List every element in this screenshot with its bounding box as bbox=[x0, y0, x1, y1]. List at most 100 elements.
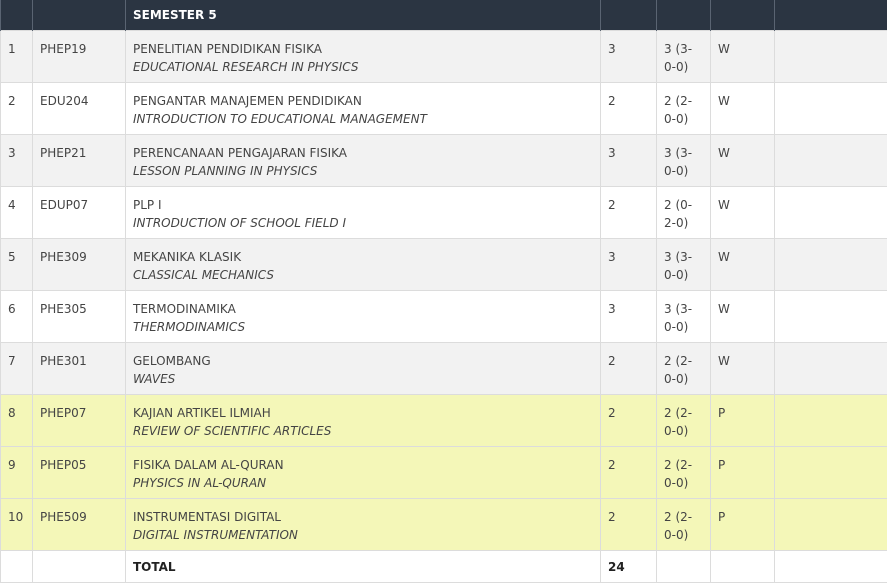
course-extra-cell bbox=[775, 291, 887, 343]
course-name-cell: GELOMBANGWAVES bbox=[126, 343, 601, 395]
course-extra-cell bbox=[775, 447, 887, 499]
course-number: 4 bbox=[1, 187, 33, 239]
course-extra-cell bbox=[775, 395, 887, 447]
course-name-indonesian: PENELITIAN PENDIDIKAN FISIKA bbox=[133, 40, 593, 58]
course-extra-cell bbox=[775, 83, 887, 135]
header-extra bbox=[775, 0, 887, 31]
course-number: 10 bbox=[1, 499, 33, 551]
course-name-cell: INSTRUMENTASI DIGITALDIGITAL INSTRUMENTA… bbox=[126, 499, 601, 551]
course-type: W bbox=[711, 291, 775, 343]
course-name-english: PHYSICS IN AL-QURAN bbox=[133, 474, 593, 492]
course-list: 1PHEP19PENELITIAN PENDIDIKAN FISIKAEDUCA… bbox=[1, 31, 887, 551]
course-code: PHEP21 bbox=[33, 135, 126, 187]
course-name-english: CLASSICAL MECHANICS bbox=[133, 266, 593, 284]
course-type: P bbox=[711, 447, 775, 499]
course-name-english: DIGITAL INSTRUMENTATION bbox=[133, 526, 593, 544]
course-number: 9 bbox=[1, 447, 33, 499]
course-name-cell: KAJIAN ARTIKEL ILMIAHREVIEW OF SCIENTIFI… bbox=[126, 395, 601, 447]
table-row: 4EDUP07PLP IINTRODUCTION OF SCHOOL FIELD… bbox=[1, 187, 887, 239]
table-header-row: SEMESTER 5 bbox=[1, 0, 887, 31]
course-type: W bbox=[711, 83, 775, 135]
semester-course-table: SEMESTER 5 1PHEP19PENELITIAN PENDIDIKAN … bbox=[0, 0, 887, 583]
course-credit-detail: 2 (0-2-0) bbox=[657, 187, 711, 239]
course-extra-cell bbox=[775, 135, 887, 187]
course-credits: 2 bbox=[601, 499, 657, 551]
course-credits: 2 bbox=[601, 83, 657, 135]
course-credits: 2 bbox=[601, 187, 657, 239]
course-number: 8 bbox=[1, 395, 33, 447]
course-number: 3 bbox=[1, 135, 33, 187]
course-number: 5 bbox=[1, 239, 33, 291]
course-extra-cell bbox=[775, 239, 887, 291]
header-type bbox=[711, 0, 775, 31]
course-credits: 3 bbox=[601, 135, 657, 187]
course-name-english: WAVES bbox=[133, 370, 593, 388]
table-row: 7PHE301GELOMBANGWAVES22 (2-0-0)W bbox=[1, 343, 887, 395]
course-code: PHE509 bbox=[33, 499, 126, 551]
course-name-indonesian: KAJIAN ARTIKEL ILMIAH bbox=[133, 404, 593, 422]
total-type-cell bbox=[711, 551, 775, 583]
course-name-english: REVIEW OF SCIENTIFIC ARTICLES bbox=[133, 422, 593, 440]
course-name-indonesian: INSTRUMENTASI DIGITAL bbox=[133, 508, 593, 526]
header-sks bbox=[601, 0, 657, 31]
course-name-cell: PENELITIAN PENDIDIKAN FISIKAEDUCATIONAL … bbox=[126, 31, 601, 83]
course-name-cell: FISIKA DALAM AL-QURANPHYSICS IN AL-QURAN bbox=[126, 447, 601, 499]
course-type: W bbox=[711, 343, 775, 395]
course-credit-detail: 2 (2-0-0) bbox=[657, 499, 711, 551]
course-name-indonesian: TERMODINAMIKA bbox=[133, 300, 593, 318]
course-code: PHE301 bbox=[33, 343, 126, 395]
course-credit-detail: 3 (3-0-0) bbox=[657, 291, 711, 343]
course-type: W bbox=[711, 135, 775, 187]
header-no bbox=[1, 0, 33, 31]
total-label: TOTAL bbox=[126, 551, 601, 583]
course-name-indonesian: GELOMBANG bbox=[133, 352, 593, 370]
total-extra-cell bbox=[775, 551, 887, 583]
course-credits: 2 bbox=[601, 447, 657, 499]
course-name-indonesian: FISIKA DALAM AL-QURAN bbox=[133, 456, 593, 474]
course-credit-detail: 2 (2-0-0) bbox=[657, 395, 711, 447]
table-row: 2EDU204PENGANTAR MANAJEMEN PENDIDIKANINT… bbox=[1, 83, 887, 135]
course-code: PHEP07 bbox=[33, 395, 126, 447]
course-name-indonesian: PLP I bbox=[133, 196, 593, 214]
course-code: PHE305 bbox=[33, 291, 126, 343]
course-credits: 3 bbox=[601, 31, 657, 83]
course-credit-detail: 2 (2-0-0) bbox=[657, 447, 711, 499]
total-detail-cell bbox=[657, 551, 711, 583]
semester-title: SEMESTER 5 bbox=[126, 0, 601, 31]
course-credits: 2 bbox=[601, 395, 657, 447]
course-name-cell: TERMODINAMIKATHERMODINAMICS bbox=[126, 291, 601, 343]
course-type: P bbox=[711, 499, 775, 551]
course-extra-cell bbox=[775, 343, 887, 395]
course-name-cell: PENGANTAR MANAJEMEN PENDIDIKANINTRODUCTI… bbox=[126, 83, 601, 135]
header-detail bbox=[657, 0, 711, 31]
course-credit-detail: 3 (3-0-0) bbox=[657, 31, 711, 83]
course-name-english: THERMODINAMICS bbox=[133, 318, 593, 336]
total-row: TOTAL 24 bbox=[1, 551, 887, 583]
course-code: PHE309 bbox=[33, 239, 126, 291]
course-credits: 3 bbox=[601, 239, 657, 291]
header-code bbox=[33, 0, 126, 31]
course-name-cell: PERENCANAAN PENGAJARAN FISIKALESSON PLAN… bbox=[126, 135, 601, 187]
course-credit-detail: 2 (2-0-0) bbox=[657, 83, 711, 135]
table-row: 1PHEP19PENELITIAN PENDIDIKAN FISIKAEDUCA… bbox=[1, 31, 887, 83]
table-row: 3PHEP21PERENCANAAN PENGAJARAN FISIKALESS… bbox=[1, 135, 887, 187]
course-type: W bbox=[711, 187, 775, 239]
total-code-cell bbox=[33, 551, 126, 583]
table-row: 9PHEP05FISIKA DALAM AL-QURANPHYSICS IN A… bbox=[1, 447, 887, 499]
course-name-indonesian: PERENCANAAN PENGAJARAN FISIKA bbox=[133, 144, 593, 162]
course-code: PHEP05 bbox=[33, 447, 126, 499]
course-number: 1 bbox=[1, 31, 33, 83]
course-name-english: INTRODUCTION TO EDUCATIONAL MANAGEMENT bbox=[133, 110, 593, 128]
course-credits: 3 bbox=[601, 291, 657, 343]
course-extra-cell bbox=[775, 187, 887, 239]
table-row: 8PHEP07KAJIAN ARTIKEL ILMIAHREVIEW OF SC… bbox=[1, 395, 887, 447]
course-name-indonesian: MEKANIKA KLASIK bbox=[133, 248, 593, 266]
table-row: 5PHE309 MEKANIKA KLASIKCLASSICAL MECHANIC… bbox=[1, 239, 887, 291]
course-number: 2 bbox=[1, 83, 33, 135]
course-type: W bbox=[711, 239, 775, 291]
course-code: EDUP07 bbox=[33, 187, 126, 239]
course-extra-cell bbox=[775, 31, 887, 83]
course-name-english: EDUCATIONAL RESEARCH IN PHYSICS bbox=[133, 58, 593, 76]
total-no-cell bbox=[1, 551, 33, 583]
course-number: 6 bbox=[1, 291, 33, 343]
